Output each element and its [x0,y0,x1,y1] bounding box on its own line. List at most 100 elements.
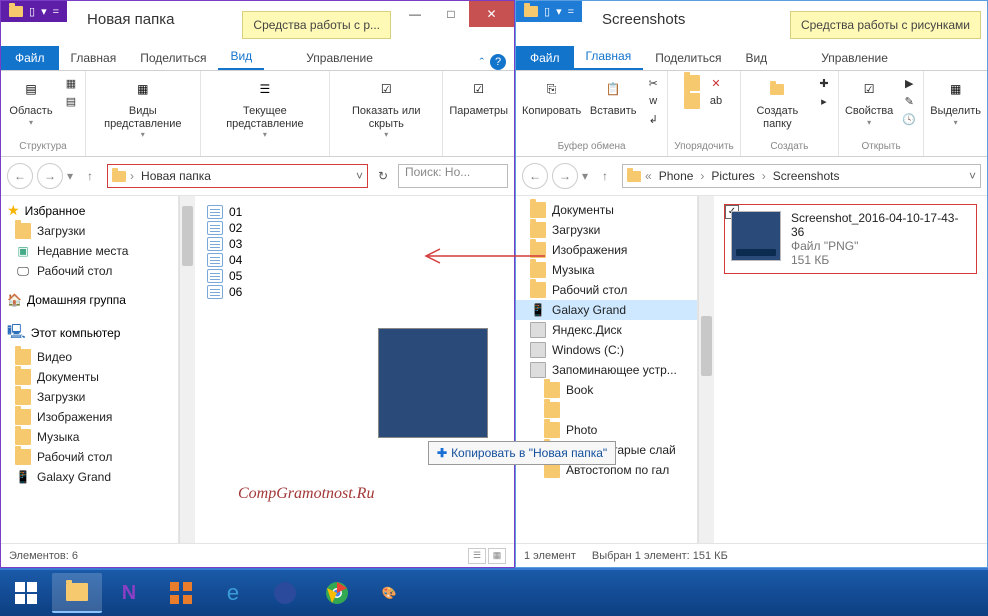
refresh-button[interactable]: ↻ [372,165,394,187]
nav-scrollbar[interactable] [698,196,714,543]
nav-downloads[interactable]: Загрузки [516,220,697,240]
file-item[interactable]: 02 [205,220,504,236]
titlebar[interactable]: ▯ ▾ = Новая папка Средства работы с р...… [1,1,514,43]
explorer-task-button[interactable] [52,573,102,613]
nav-sub-blank[interactable] [516,400,697,420]
paste-shortcut-button[interactable]: ↲ [645,111,661,127]
copy-to-button[interactable] [684,93,700,109]
options-button[interactable]: ☑ Параметры [449,75,508,118]
contextual-tab[interactable]: Средства работы с рисунками [790,11,981,39]
nav-pictures[interactable]: Изображения [1,407,178,427]
properties-button[interactable]: ☑Свойства▾ [845,75,893,127]
nav-sub-book[interactable]: Book [516,380,697,400]
onenote-task-button[interactable]: N [104,573,154,613]
select-button[interactable]: ▦Выделить▾ [930,75,981,127]
file-item[interactable]: 06 [205,284,504,300]
move-to-button[interactable] [684,75,700,91]
copypath-button[interactable]: w [645,93,661,109]
nav-scrollbar[interactable] [179,196,195,543]
qat-item[interactable]: ▯ [29,5,35,18]
nav-downloads2[interactable]: Загрузки [1,387,178,407]
pane-opt[interactable]: ▤ [63,93,79,109]
new-item-button[interactable]: ✚ [816,75,832,91]
paste-button[interactable]: 📋Вставить [589,75,637,118]
office-task-button[interactable] [156,573,206,613]
nav-desktop[interactable]: Рабочий стол [516,280,697,300]
history-dropdown[interactable]: ▾ [67,169,73,183]
file-item-selected[interactable]: ✓ Screenshot_2016-04-10-17-43-36 Файл "P… [724,204,977,274]
forward-button[interactable]: → [552,163,578,189]
firefox-task-button[interactable] [260,573,310,613]
tab-share[interactable]: Поделиться [128,46,218,70]
back-button[interactable]: ← [7,163,33,189]
paint-task-button[interactable]: 🎨 [364,573,414,613]
tab-share[interactable]: Поделиться [643,46,733,70]
nav-desktop[interactable]: 🖵Рабочий стол [1,261,178,281]
tab-view[interactable]: Вид [733,46,779,70]
nav-galaxy[interactable]: 📱Galaxy Grand [1,467,178,487]
delete-button[interactable]: ✕ [708,75,724,91]
nav-homegroup[interactable]: 🏠Домашняя группа [1,291,178,309]
nav-favorites[interactable]: ★Избранное [1,200,178,221]
qat-item[interactable]: ▯ [544,5,550,18]
qat-chevron[interactable]: = [53,6,59,18]
address-bar[interactable]: « Phone› Pictures› Screenshots ˅ [622,164,981,188]
nav-galaxy-grand[interactable]: 📱Galaxy Grand [516,300,697,320]
tab-manage[interactable]: Управление [809,46,900,70]
navigation-pane-button[interactable]: ▤ Область ▾ [7,75,55,127]
nav-documents[interactable]: Документы [1,367,178,387]
pane-opt[interactable]: ▦ [63,75,79,91]
up-button[interactable]: ↑ [592,163,618,189]
history-dropdown[interactable]: ▾ [582,169,588,183]
start-button[interactable] [2,573,50,613]
address-bar[interactable]: › Новая папка ˅ [107,164,368,188]
views-button[interactable]: ▦ Виды представление ▾ [92,75,194,139]
qat-item[interactable]: ▾ [41,5,47,18]
easy-access-button[interactable]: ▸ [816,93,832,109]
chrome-task-button[interactable] [312,573,362,613]
nav-desktop2[interactable]: Рабочий стол [1,447,178,467]
qat-chevron[interactable]: = [568,6,574,18]
nav-recent[interactable]: ▣Недавние места [1,241,178,261]
nav-videos[interactable]: Видео [1,347,178,367]
forward-button[interactable]: → [37,163,63,189]
nav-yandex-disk[interactable]: Яндекс.Диск [516,320,697,340]
tab-home[interactable]: Главная [59,46,129,70]
current-view-button[interactable]: ☰ Текущее представление ▾ [207,75,324,139]
close-button[interactable]: ✕ [469,1,514,27]
up-button[interactable]: ↑ [77,163,103,189]
file-tab[interactable]: Файл [1,46,59,70]
history-button[interactable]: 🕓 [901,111,917,127]
nav-removable[interactable]: Запоминающее устр... [516,360,697,380]
edit-button[interactable]: ✎ [901,93,917,109]
file-list-pane[interactable]: ✓ Screenshot_2016-04-10-17-43-36 Файл "P… [714,196,987,543]
new-folder-button[interactable]: Создать папку [747,75,808,130]
help-icon[interactable]: ? [490,54,506,70]
nav-downloads[interactable]: Загрузки [1,221,178,241]
nav-documents[interactable]: Документы [516,200,697,220]
tab-manage[interactable]: Управление [294,46,385,70]
qat-item[interactable]: ▾ [556,5,562,18]
view-tiles-button[interactable]: ▦ [488,548,506,564]
view-details-button[interactable]: ☰ [468,548,486,564]
nav-sub-photo[interactable]: Photo [516,420,697,440]
search-input[interactable]: Поиск: Но... [398,164,508,188]
tab-view[interactable]: Вид [218,44,264,70]
tab-home[interactable]: Главная [574,44,644,70]
ie-task-button[interactable]: e [208,573,258,613]
rename-button[interactable]: ab [708,93,724,109]
nav-thispc[interactable]: 🖳Этот компьютер [1,319,178,347]
nav-windows-c[interactable]: Windows (C:) [516,340,697,360]
file-item[interactable]: 01 [205,204,504,220]
back-button[interactable]: ← [522,163,548,189]
nav-music[interactable]: Музыка [1,427,178,447]
contextual-tab[interactable]: Средства работы с р... [242,11,391,39]
titlebar[interactable]: ▯ ▾ = Screenshots Средства работы с рису… [516,1,987,43]
file-item[interactable]: 05 [205,268,504,284]
open-button[interactable]: ▶ [901,75,917,91]
file-tab[interactable]: Файл [516,46,574,70]
minimize-button[interactable]: — [397,1,433,27]
collapse-ribbon-icon[interactable]: ˆ [480,55,484,70]
cut-button[interactable]: ✂ [645,75,661,91]
maximize-button[interactable]: □ [433,1,469,27]
